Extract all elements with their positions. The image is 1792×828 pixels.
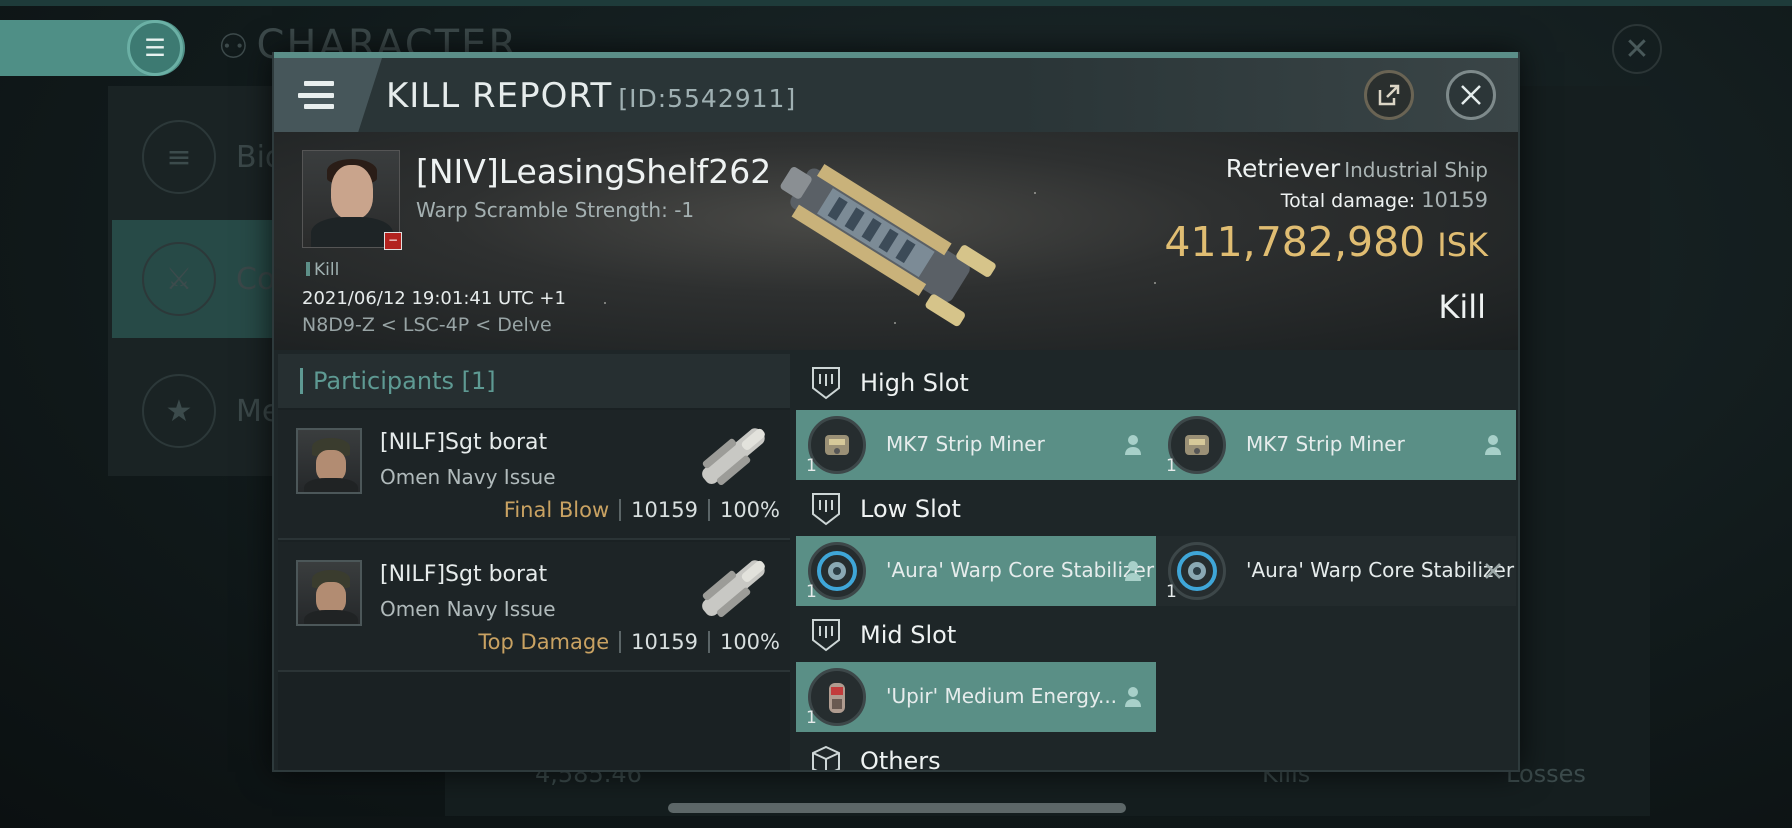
module-slot[interactable]: 1 MK7 Strip Miner <box>796 410 1156 480</box>
mid-slot-icon <box>812 619 840 652</box>
module-name: MK7 Strip Miner <box>886 432 1045 456</box>
isk-value: 411,782,980 ISK <box>1164 218 1488 266</box>
participant-row[interactable]: [NILF]Sgt borat Omen Navy Issue Final Bl… <box>278 410 790 540</box>
horizontal-scrollbar[interactable] <box>668 803 1126 813</box>
module-name: 'Aura' Warp Core Stabilizer <box>1246 558 1515 582</box>
report-id: [ID:5542911] <box>618 84 797 113</box>
module-name: MK7 Strip Miner <box>1246 432 1405 456</box>
low-slot-icon <box>812 493 840 526</box>
omen-navy-issue-icon <box>702 428 765 486</box>
module-slot[interactable]: 1 'Upir' Medium Energy... <box>796 662 1156 732</box>
high-slot-icon <box>812 367 840 400</box>
background-close-icon[interactable]: ✕ <box>1612 24 1662 74</box>
total-damage-label: Total damage: <box>1280 190 1416 212</box>
kill-tag: Kill <box>306 260 339 280</box>
participant-portrait <box>296 428 362 494</box>
module-quantity: 1 <box>806 708 817 728</box>
corp-standing-icon: − <box>384 232 402 250</box>
others-header: Others <box>794 734 1516 770</box>
close-button[interactable] <box>1446 70 1496 120</box>
participant-name: [NILF]Sgt borat <box>380 562 548 587</box>
isk-unit: ISK <box>1437 226 1488 264</box>
victim-summary: − Kill [NIV]LeasingShelf262 Warp Scrambl… <box>274 132 1518 350</box>
warp-scramble-strength: Warp Scramble Strength: -1 <box>416 198 695 222</box>
participant-percent: 100% <box>719 630 780 654</box>
menu-icon <box>298 81 334 109</box>
module-quantity: 1 <box>806 582 817 602</box>
destroyed-icon <box>1485 563 1501 579</box>
kill-report-header: KILL REPORT [ID:5542911] <box>274 58 1518 132</box>
participant-stats: Final Blow 10159 100% <box>504 498 780 522</box>
title-text: KILL REPORT <box>386 76 613 116</box>
module-slot[interactable]: 1 'Aura' Warp Core Stabilizer <box>796 536 1156 606</box>
module-quantity: 1 <box>1166 456 1177 476</box>
ship-name: Retriever <box>1225 154 1341 183</box>
mid-slot-header: Mid Slot <box>794 608 1516 662</box>
participant-ship: Omen Navy Issue <box>380 597 556 621</box>
star-icon: ★ <box>142 374 216 448</box>
retriever-ship-icon <box>780 163 996 327</box>
ship-class: Industrial Ship <box>1344 158 1488 182</box>
background-top-line <box>0 0 1792 6</box>
participants-label: Participants <box>313 367 454 395</box>
external-link-icon <box>1378 84 1400 106</box>
participant-row[interactable]: [NILF]Sgt borat Omen Navy Issue Top Dama… <box>278 542 790 672</box>
result-label: Kill <box>1438 288 1486 326</box>
participant-damage: 10159 <box>631 630 698 654</box>
participant-name: [NILF]Sgt borat <box>380 430 548 455</box>
high-slot-header: High Slot <box>794 356 1516 410</box>
participant-role: Top Damage <box>478 630 610 654</box>
total-damage-value: 10159 <box>1421 188 1488 212</box>
module-name: 'Upir' Medium Energy... <box>886 684 1118 708</box>
participants-header[interactable]: Participants [1] <box>278 354 790 408</box>
menu-button[interactable] <box>274 58 382 132</box>
module-name: 'Aura' Warp Core Stabilizer <box>886 558 1155 582</box>
cargo-box-icon <box>812 745 840 770</box>
participant-ship: Omen Navy Issue <box>380 465 556 489</box>
module-slot[interactable]: 1 MK7 Strip Miner <box>1156 410 1516 480</box>
participant-portrait <box>296 560 362 626</box>
kill-location[interactable]: N8D9-Z < LSC-4P < Delve <box>302 314 552 336</box>
module-slot-destroyed[interactable]: 1 'Aura' Warp Core Stabilizer <box>1156 536 1516 606</box>
list-icon: ≡ <box>142 120 216 194</box>
omen-navy-issue-icon <box>702 560 765 618</box>
victim-name[interactable]: [NIV]LeasingShelf262 <box>416 152 771 191</box>
close-icon <box>1461 85 1481 105</box>
fitting-panel: High Slot 1 MK7 Strip Miner 1 MK7 Strip … <box>794 354 1516 770</box>
participant-percent: 100% <box>719 498 780 522</box>
victim-ship[interactable]: Retriever Industrial Ship <box>1226 154 1488 183</box>
person-icon <box>1125 561 1141 581</box>
share-button[interactable] <box>1364 70 1414 120</box>
kill-report-panel: KILL REPORT [ID:5542911] − Kill [NIV]Leas… <box>272 52 1520 772</box>
module-quantity: 1 <box>1166 582 1177 602</box>
background-menu-icon[interactable]: ☰ <box>127 20 183 76</box>
vitruvian-icon: ⚇ <box>218 27 251 67</box>
participant-role: Final Blow <box>503 498 610 522</box>
kill-time: 2021/06/12 19:01:41 UTC +1 <box>302 288 566 309</box>
person-icon <box>1485 435 1501 455</box>
person-icon <box>1125 687 1141 707</box>
low-slot-header: Low Slot <box>794 482 1516 536</box>
crossed-swords-icon: ⚔ <box>142 242 216 316</box>
kill-report-title: KILL REPORT [ID:5542911] <box>386 76 796 116</box>
person-icon <box>1125 435 1141 455</box>
total-damage: Total damage: 10159 <box>1281 188 1488 212</box>
participants-count: [1] <box>461 367 496 395</box>
module-quantity: 1 <box>806 456 817 476</box>
participant-damage: 10159 <box>631 498 698 522</box>
participant-stats: Top Damage 10159 100% <box>478 630 780 654</box>
participants-panel: Participants [1] [NILF]Sgt borat Omen Na… <box>278 354 790 770</box>
isk-amount: 411,782,980 <box>1164 218 1426 266</box>
